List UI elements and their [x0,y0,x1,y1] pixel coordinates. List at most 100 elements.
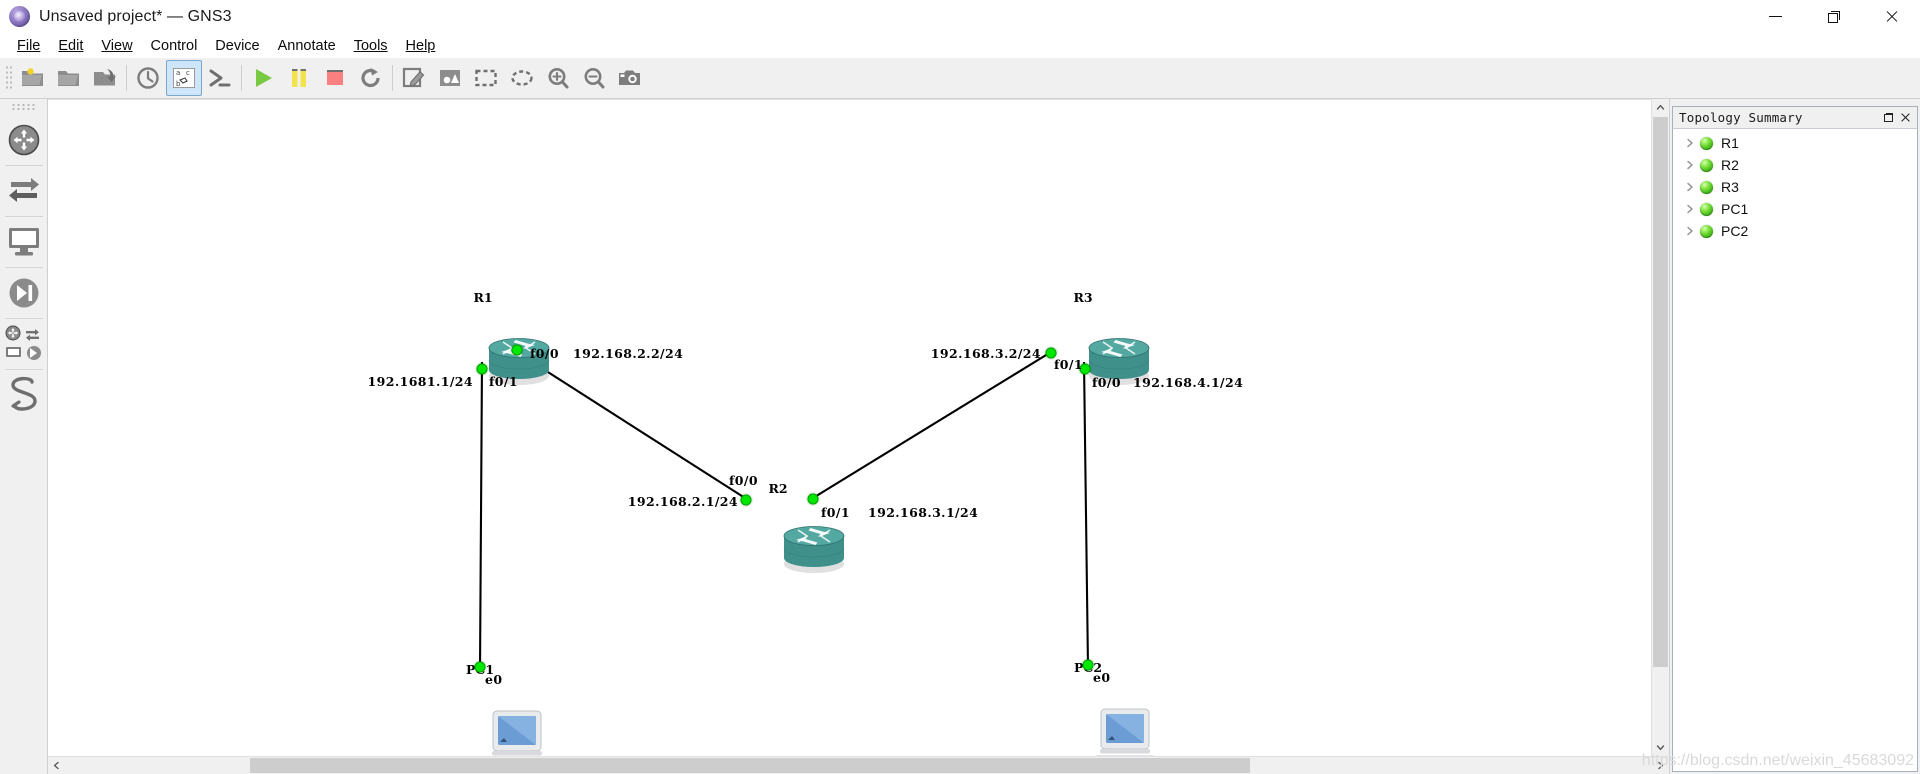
scroll-left-button[interactable] [48,757,65,774]
expand-chevron-icon[interactable] [1683,158,1697,172]
gns3-logo-icon [9,6,30,27]
close-dock-icon [1901,113,1910,122]
new-project-icon [22,68,43,86]
chevron-left-icon [53,761,59,770]
device-sidebar-drag-handle[interactable] [10,103,37,111]
expand-chevron-icon[interactable] [1683,136,1697,150]
show-interface-labels-button[interactable]: a c b [166,60,202,96]
zoom-in-button[interactable] [540,60,576,96]
topology-node-r1[interactable]: R1 [1673,132,1917,154]
close-dock-button[interactable] [1897,109,1914,126]
topology-node-r3[interactable]: R3 [1673,176,1917,198]
label-r2-f00-port[interactable]: f0/0 [729,473,758,488]
gns3-main-window: Unsaved project* — GNS3 File Edit View C… [0,0,1920,774]
device-label-r2[interactable]: R2 [768,481,787,496]
snapshot-button[interactable] [130,60,166,96]
link-r2-r3 [812,351,1052,499]
topology-node-r2[interactable]: R2 [1673,154,1917,176]
topology-node-pc2[interactable]: PC2 [1673,220,1917,242]
topology-node-label: R1 [1721,135,1739,151]
save-project-button[interactable] [87,60,123,96]
device-label-r1[interactable]: R1 [473,290,492,305]
port-dot-pc2-e0[interactable] [1082,659,1094,671]
link-r3-pc2 [1082,361,1090,669]
menu-view-label: View [101,37,133,54]
sidebar-add-link[interactable] [1,370,47,420]
label-r3-f01-port[interactable]: f0/1 [1054,357,1083,372]
pc-device-icon [492,710,542,756]
label-r3-f00-port[interactable]: f0/0 [1092,375,1121,390]
interface-labels-icon: a c b [173,68,195,88]
menu-view[interactable]: View [92,35,141,57]
topology-summary-dock: Topology Summary R1 R2 R3 PC1 PC2 [1669,99,1920,774]
all-devices-grid-icon [5,325,41,360]
stop-all-button[interactable] [317,60,353,96]
reload-all-button[interactable] [353,60,389,96]
toolbar-drag-handle[interactable] [5,65,13,91]
horizontal-scroll-thumb[interactable] [250,758,1250,773]
maximize-button[interactable] [1804,0,1862,33]
sidebar-switches[interactable] [1,166,47,216]
expand-chevron-icon[interactable] [1683,180,1697,194]
topology-node-pc1[interactable]: PC1 [1673,198,1917,220]
dock-node-list[interactable]: R1 R2 R3 PC1 PC2 [1672,128,1918,772]
label-r1-f00-port[interactable]: f0/0 [530,346,559,361]
scroll-up-button[interactable] [1652,99,1669,116]
label-r3-f01-ip[interactable]: 192.168.3.2/24 [931,346,1041,361]
end-device-monitor-icon [8,228,39,256]
zoom-out-button[interactable] [576,60,612,96]
insert-image-button[interactable] [432,60,468,96]
close-button[interactable] [1862,0,1920,33]
label-r1-f01-ip[interactable]: 192.1681.1/24 [368,374,473,389]
sidebar-security-devices[interactable] [1,268,47,318]
port-dot-pc1-e0[interactable] [474,661,486,673]
draw-ellipse-button[interactable] [504,60,540,96]
menu-annotate[interactable]: Annotate [269,35,345,57]
expand-chevron-icon[interactable] [1683,202,1697,216]
menu-device[interactable]: Device [206,35,268,57]
label-pc1-e0-port[interactable]: e0 [485,672,502,687]
port-dot-r2-f01[interactable] [807,493,819,505]
label-r3-f00-ip[interactable]: 192.168.4.1/24 [1133,375,1243,390]
label-r1-f01-port[interactable]: f0/1 [489,374,518,389]
canvas-horizontal-scrollbar[interactable] [48,756,1669,774]
minimize-button[interactable] [1746,0,1804,33]
screenshot-button[interactable] [612,60,648,96]
suspend-all-button[interactable] [281,60,317,96]
label-r1-f00-ip[interactable]: 192.168.2.2/24 [573,346,683,361]
console-button[interactable] [202,60,238,96]
menu-file-label: File [17,37,41,54]
topology-canvas[interactable]: R1 R2 R3 PC1 PC2 f0/0 192.16 [48,99,1651,756]
draw-rectangle-button[interactable] [468,60,504,96]
expand-chevron-icon[interactable] [1683,224,1697,238]
menu-control[interactable]: Control [142,35,207,57]
sidebar-routers[interactable] [1,115,47,165]
start-all-button[interactable] [245,60,281,96]
open-project-button[interactable] [51,60,87,96]
toolbar-separator-2 [241,65,242,91]
menu-file[interactable]: File [8,35,49,57]
port-dot-r2-f00[interactable] [740,494,752,506]
port-dot-r1-f00[interactable] [511,344,523,356]
scroll-right-button[interactable] [1652,757,1669,774]
menu-help[interactable]: Help [397,35,445,57]
horizontal-scroll-track[interactable] [65,757,1652,774]
sidebar-all-devices[interactable] [1,319,47,369]
label-r2-f01-port[interactable]: f0/1 [821,505,850,520]
pc-device-icon [1096,708,1154,756]
label-r2-f01-ip[interactable]: 192.168.3.1/24 [868,505,978,520]
scroll-down-button[interactable] [1652,739,1669,756]
device-label-r3[interactable]: R3 [1073,290,1092,305]
sidebar-end-devices[interactable] [1,217,47,267]
float-dock-button[interactable] [1880,109,1897,126]
menu-edit[interactable]: Edit [49,35,92,57]
label-pc2-e0-port[interactable]: e0 [1093,670,1110,685]
port-dot-r1-f01[interactable] [476,363,488,375]
label-r2-f00-ip[interactable]: 192.168.2.1/24 [628,494,738,509]
vertical-scroll-thumb[interactable] [1653,117,1668,667]
add-note-button[interactable] [396,60,432,96]
menu-tools[interactable]: Tools [345,35,397,57]
menu-device-label: Device [215,37,260,54]
canvas-vertical-scrollbar[interactable] [1651,99,1669,756]
new-project-button[interactable] [15,60,51,96]
